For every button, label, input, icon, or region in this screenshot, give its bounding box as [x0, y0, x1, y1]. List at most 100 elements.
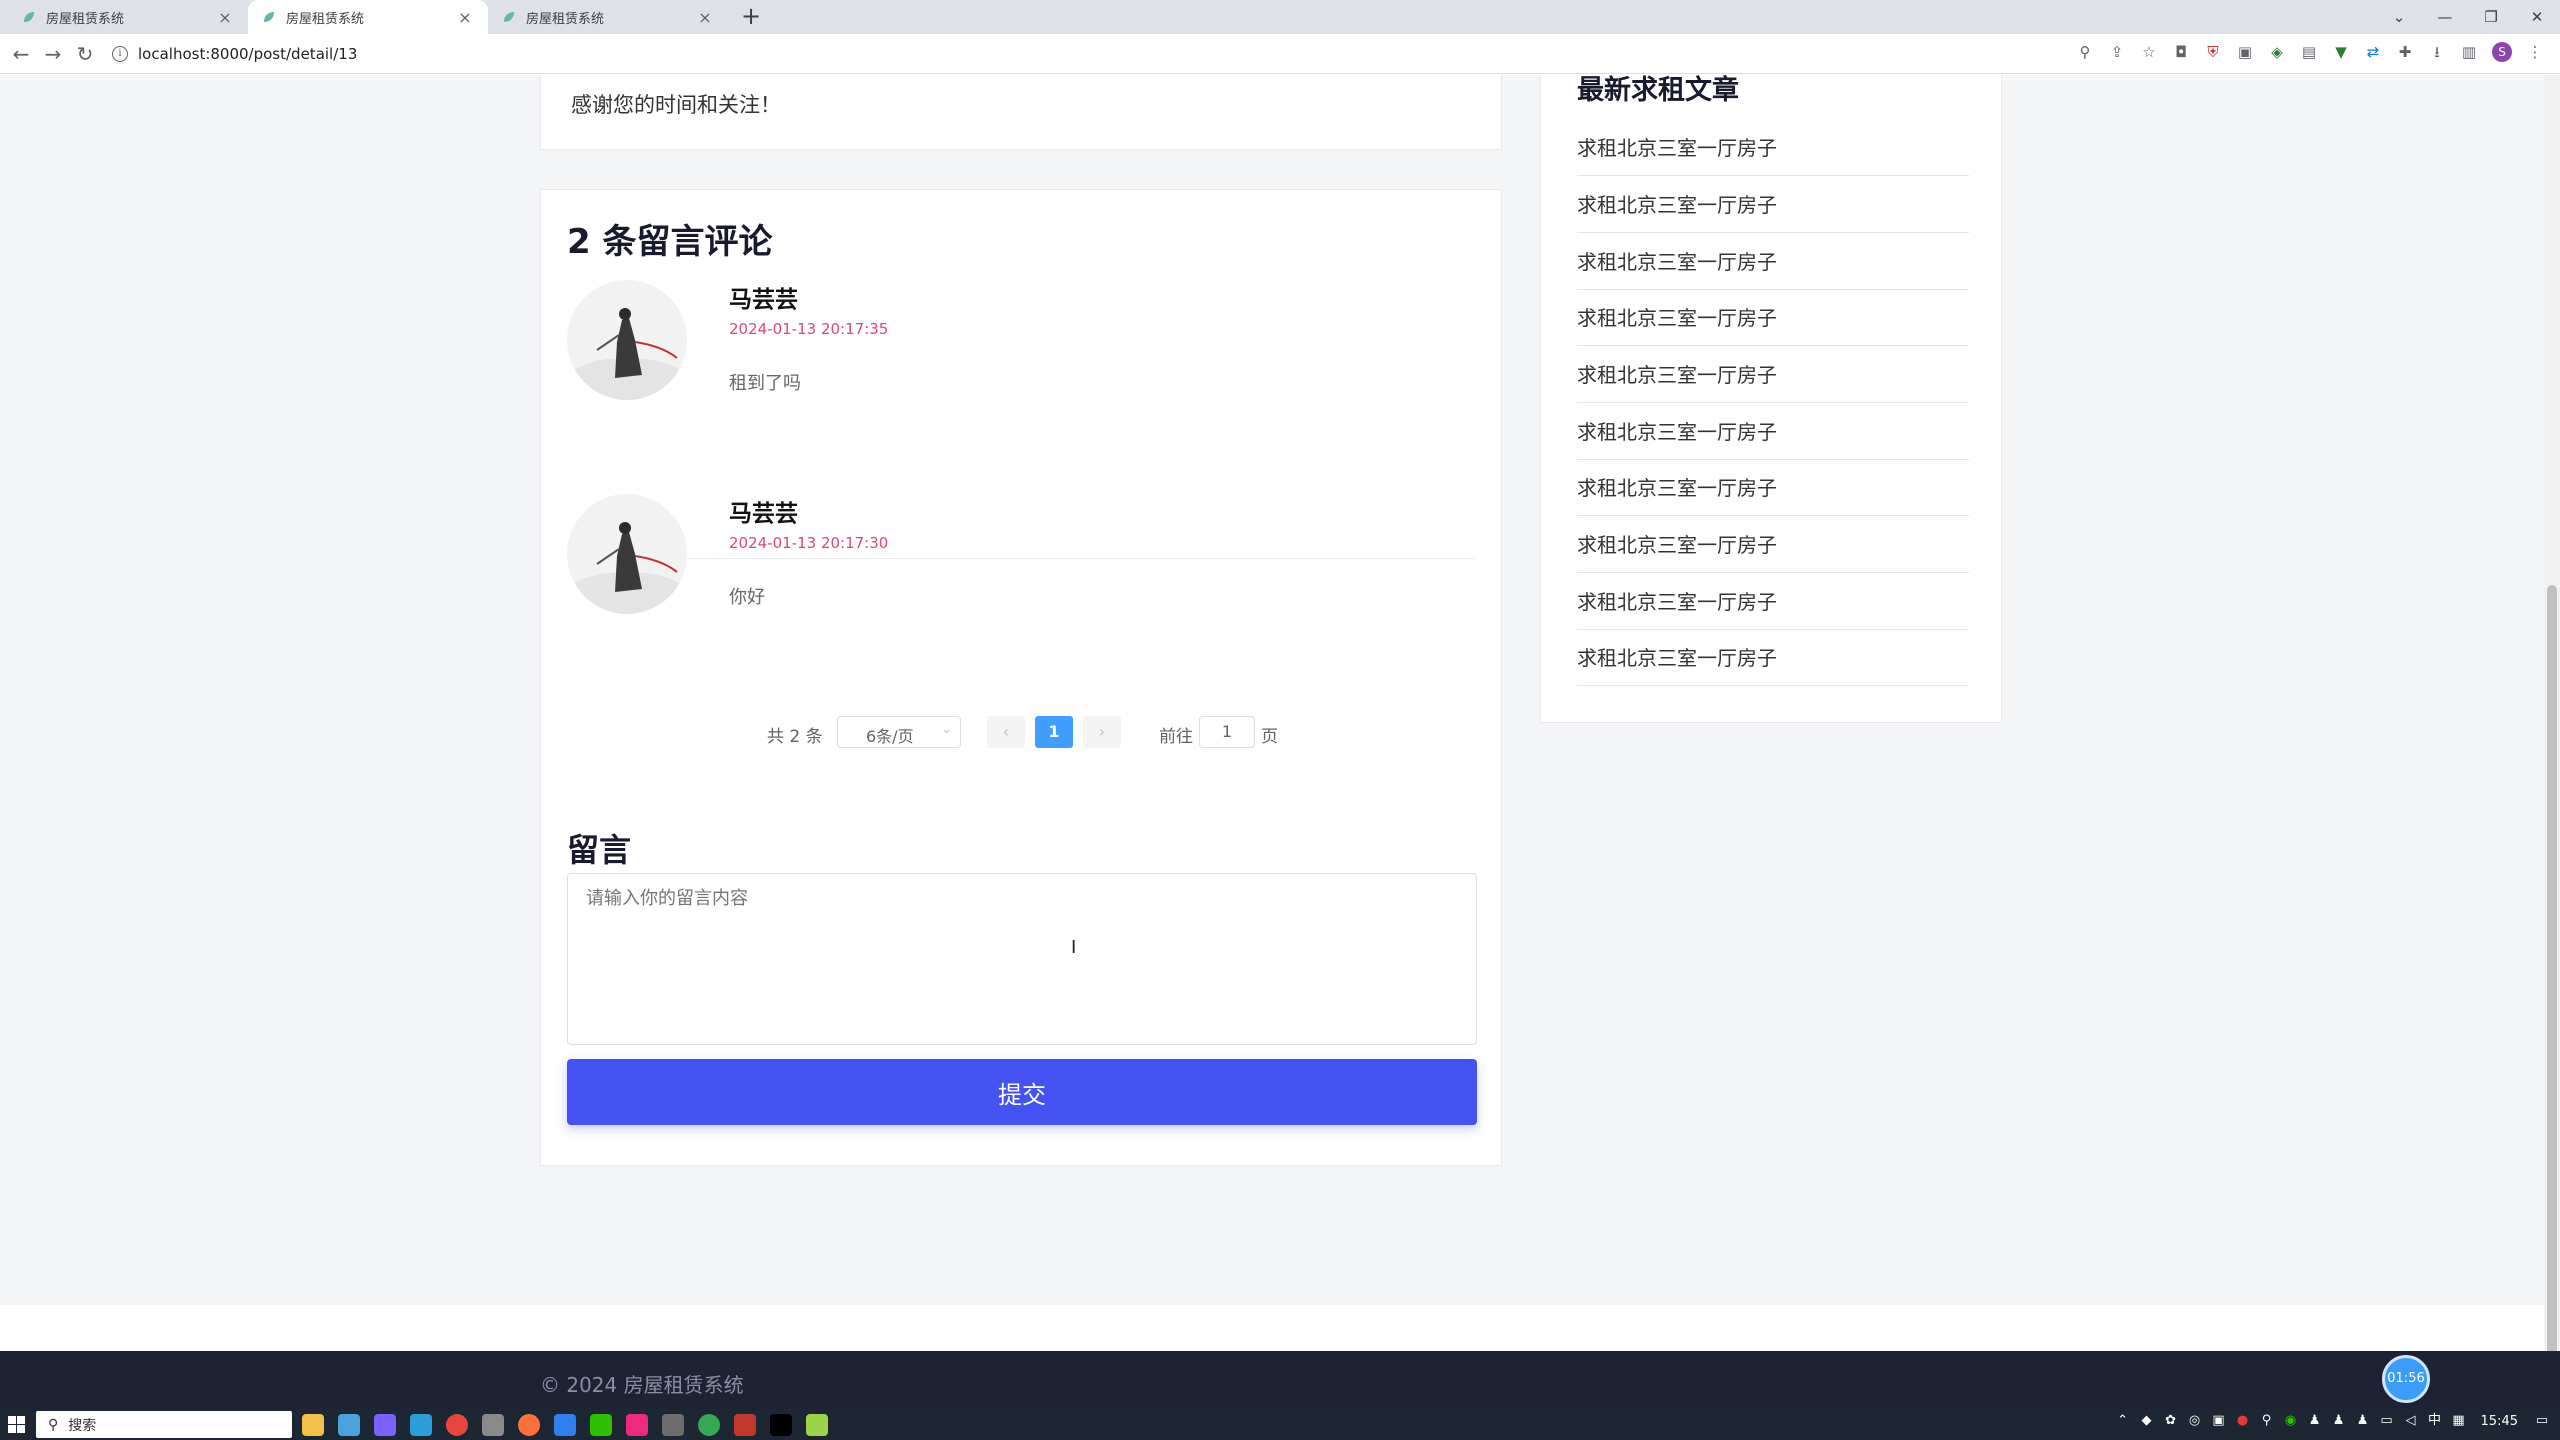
- scrollbar-thumb[interactable]: [2547, 585, 2557, 1385]
- tray-app-icon[interactable]: ⚲: [2259, 1413, 2275, 1429]
- leaf-icon: [504, 12, 514, 22]
- reload-icon[interactable]: ↻: [72, 41, 98, 67]
- close-icon[interactable]: ×: [456, 8, 474, 27]
- sidebar-article-link[interactable]: 求租北京三室一厅房子: [1577, 629, 1969, 686]
- camera-icon[interactable]: ◘: [2172, 43, 2190, 61]
- tray-app-icon[interactable]: ♟: [2355, 1413, 2371, 1429]
- address-bar[interactable]: i localhost:8000/post/detail/13: [112, 38, 2112, 70]
- page-size-select[interactable]: 6条/页 ⌄: [837, 716, 961, 748]
- document-icon[interactable]: ▤: [2300, 43, 2318, 61]
- side-panel-icon[interactable]: ▥: [2460, 43, 2478, 61]
- app-icon[interactable]: [734, 1414, 756, 1436]
- extension-icon[interactable]: ◈: [2268, 43, 2286, 61]
- sidebar-article-link[interactable]: 求租北京三室一厅房子: [1577, 233, 1969, 290]
- notification-icon[interactable]: ▭: [2534, 1413, 2550, 1429]
- minimize-icon[interactable]: —: [2422, 0, 2468, 34]
- tray-app-icon[interactable]: ◎: [2187, 1413, 2203, 1429]
- network-icon[interactable]: ▭: [2379, 1413, 2395, 1429]
- app-icon[interactable]: [626, 1414, 648, 1436]
- message-textarea[interactable]: [567, 873, 1477, 1045]
- info-icon[interactable]: i: [112, 46, 128, 62]
- tray-app-icon[interactable]: ♟: [2331, 1413, 2347, 1429]
- post-content-card: 感谢您的时间和关注！: [540, 75, 1502, 150]
- file-explorer-icon[interactable]: [302, 1414, 324, 1436]
- page-viewport: 感谢您的时间和关注！ 2 条留言评论 马芸芸 2024-01-13 20:17:…: [0, 75, 2560, 1409]
- comment-author: 马芸芸: [729, 287, 798, 313]
- timer-badge[interactable]: 01:56: [2382, 1355, 2430, 1403]
- sidebar-title: 最新求租文章: [1577, 75, 1739, 106]
- url-text[interactable]: localhost:8000/post/detail/13: [138, 45, 357, 63]
- page-number-current[interactable]: 1: [1035, 716, 1073, 748]
- close-icon[interactable]: ×: [696, 8, 714, 27]
- shield-icon[interactable]: ⛨: [2204, 43, 2222, 61]
- volume-icon[interactable]: ◁: [2403, 1413, 2419, 1429]
- sidebar-article-link[interactable]: 求租北京三室一厅房子: [1577, 176, 1969, 233]
- app-icon[interactable]: [374, 1414, 396, 1436]
- sidebar-article-link[interactable]: 求租北京三室一厅房子: [1577, 573, 1969, 630]
- clipboard-icon[interactable]: ▣: [2236, 43, 2254, 61]
- tray-app-icon[interactable]: ◆: [2139, 1413, 2155, 1429]
- vscode-icon[interactable]: [554, 1414, 576, 1436]
- bookmark-star-icon[interactable]: ☆: [2140, 43, 2158, 61]
- app-icon[interactable]: [698, 1414, 720, 1436]
- taskbar-clock[interactable]: 15:45: [2481, 1414, 2518, 1429]
- browser-tab-bar: 房屋租赁系统 × 房屋租赁系统 × 房屋租赁系统 × + ⌄ — ❐ ✕: [0, 0, 2560, 34]
- app-icon[interactable]: [662, 1414, 684, 1436]
- taskbar-search[interactable]: ⚲ 搜索: [36, 1411, 292, 1438]
- settings-icon[interactable]: [482, 1414, 504, 1436]
- avatar-image: [567, 308, 687, 400]
- download-icon[interactable]: ⭳: [2428, 43, 2446, 61]
- submit-button[interactable]: 提交: [567, 1059, 1477, 1125]
- sidebar-article-link[interactable]: 求租北京三室一厅房子: [1577, 119, 1969, 176]
- intellij-icon[interactable]: [770, 1414, 792, 1436]
- browser-tab[interactable]: 房屋租赁系统 ×: [488, 0, 728, 34]
- tray-app-icon[interactable]: ✿: [2163, 1413, 2179, 1429]
- comment-time: 2024-01-13 20:17:35: [729, 320, 889, 338]
- sidebar-article-link[interactable]: 求租北京三室一厅房子: [1577, 289, 1969, 346]
- menu-icon[interactable]: ⋮: [2526, 43, 2544, 61]
- sidebar-article-link[interactable]: 求租北京三室一厅房子: [1577, 516, 1969, 573]
- browser-tab[interactable]: 房屋租赁系统 ×: [8, 0, 248, 34]
- browser-tab-active[interactable]: 房屋租赁系统 ×: [248, 0, 488, 34]
- goto-page-input[interactable]: 1: [1199, 716, 1255, 748]
- sidebar-article-link[interactable]: 求租北京三室一厅房子: [1577, 346, 1969, 403]
- puzzle-icon[interactable]: ✚: [2396, 43, 2414, 61]
- new-tab-button[interactable]: +: [738, 4, 764, 30]
- comment-author: 马芸芸: [729, 501, 798, 527]
- wechat-icon[interactable]: [590, 1414, 612, 1436]
- wechat-tray-icon[interactable]: ◉: [2283, 1413, 2299, 1429]
- app-icon[interactable]: [410, 1414, 432, 1436]
- forward-icon[interactable]: →: [40, 41, 66, 67]
- chevron-down-icon: ⌄: [941, 722, 952, 737]
- restore-icon[interactable]: ❐: [2468, 0, 2514, 34]
- leaf-icon: [264, 12, 274, 22]
- tray-chevron-icon[interactable]: ⌃: [2115, 1413, 2131, 1429]
- profile-avatar[interactable]: S: [2492, 42, 2512, 62]
- translate-icon[interactable]: ⇄: [2364, 43, 2382, 61]
- keyboard-icon[interactable]: ▦: [2451, 1413, 2467, 1429]
- page-scrollbar[interactable]: [2544, 75, 2560, 1409]
- share-icon[interactable]: ⇪: [2108, 43, 2126, 61]
- notepad-icon[interactable]: [806, 1414, 828, 1436]
- tray-app-icon[interactable]: ▣: [2211, 1413, 2227, 1429]
- app-icon[interactable]: [338, 1414, 360, 1436]
- browser-toolbar: ← → ↻ i localhost:8000/post/detail/13 ⚲ …: [0, 34, 2560, 74]
- tab-search-icon[interactable]: ⌄: [2376, 0, 2422, 34]
- post-closing-text: 感谢您的时间和关注！: [571, 93, 781, 117]
- close-icon[interactable]: ×: [216, 8, 234, 27]
- sidebar-article-link[interactable]: 求租北京三室一厅房子: [1577, 459, 1969, 516]
- prev-page-button[interactable]: ‹: [987, 716, 1025, 748]
- next-page-button[interactable]: ›: [1083, 716, 1121, 748]
- chrome-icon[interactable]: [446, 1414, 468, 1436]
- windows-start-icon[interactable]: [8, 1416, 25, 1433]
- vue-icon[interactable]: ▼: [2332, 43, 2350, 61]
- tray-app-icon[interactable]: ●: [2235, 1413, 2251, 1429]
- back-icon[interactable]: ←: [8, 41, 34, 67]
- sidebar-article-link[interactable]: 求租北京三室一厅房子: [1577, 403, 1969, 460]
- window-close-icon[interactable]: ✕: [2514, 0, 2560, 34]
- ime-indicator[interactable]: 中: [2427, 1413, 2443, 1429]
- tray-app-icon[interactable]: ♟: [2307, 1413, 2323, 1429]
- avatar: [567, 494, 687, 614]
- zoom-icon[interactable]: ⚲: [2076, 43, 2094, 61]
- firefox-icon[interactable]: [518, 1414, 540, 1436]
